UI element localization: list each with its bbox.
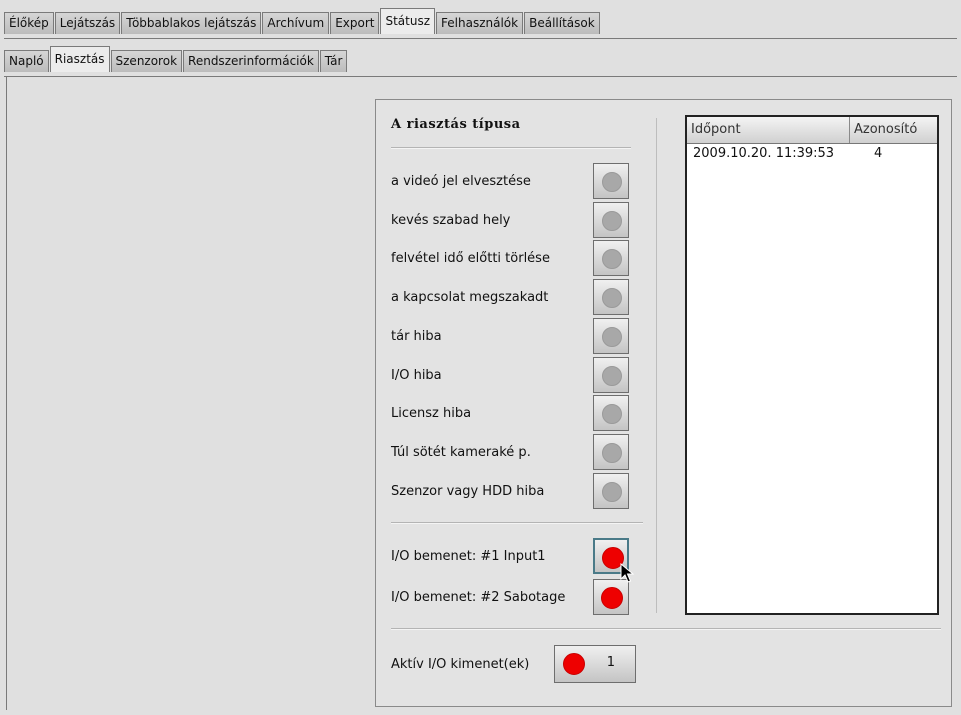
status-indicator-icon [601,587,623,609]
event-table-header: Időpont Azonosító [687,117,937,144]
main-tab-item[interactable]: Státusz [380,8,436,34]
alarm-indicator-button[interactable] [593,472,629,509]
status-indicator-icon [602,326,622,347]
alarm-indicator-button[interactable] [593,317,629,354]
active-output-button[interactable]: 1 [554,645,636,683]
main-tab-item[interactable]: Lejátszás [54,12,121,34]
alarm-type-label: a videó jel elvesztése [391,174,531,189]
event-table-row[interactable]: 2009.10.20. 11:39:53 4 [687,144,937,164]
alarm-indicator-button[interactable] [593,201,629,238]
sub-tab-item[interactable]: Napló [4,50,49,72]
title-separator [391,147,631,149]
alarm-type-label: Szenzor vagy HDD hiba [391,483,545,499]
io-separator [391,522,643,524]
column-header-time[interactable]: Időpont [687,117,850,143]
main-tab-item[interactable]: Export [330,12,380,34]
main-tab-item[interactable]: Felhasználók [436,12,524,34]
sub-tab-item[interactable]: Riasztás [49,46,110,72]
alarm-type-label: a kapcsolat megszakadt [391,290,549,306]
status-indicator-icon [602,210,622,231]
status-indicator-icon [602,172,622,192]
event-table[interactable]: Időpont Azonosító 2009.10.20. 11:39:53 4 [685,115,939,615]
active-output-count: 1 [606,655,615,670]
status-indicator-icon [602,442,622,463]
status-indicator-icon [602,288,622,309]
column-header-id[interactable]: Azonosító [850,117,937,143]
alarm-indicator-button[interactable] [593,395,629,432]
event-time-cell: 2009.10.20. 11:39:53 [693,146,835,161]
alarm-indicator-button[interactable] [593,279,629,316]
alarm-indicator-button[interactable] [593,433,629,470]
io-input-label: I/O bemenet: #1 Input1 [391,549,546,564]
status-indicator-icon [602,481,622,502]
main-tab-item[interactable]: Többablakos lejátszás [121,12,262,34]
panel-vertical-divider [656,118,657,613]
sub-tab-item[interactable]: Tár [319,50,348,72]
status-indicator-icon [602,249,622,270]
alarm-type-label: Túl sötét kameraké p. [391,444,531,460]
output-separator [391,628,941,630]
alarm-type-label: felvétel idő előtti törlése [391,251,550,267]
main-tab-divider [4,38,957,39]
alarm-type-label: tár hiba [391,328,442,344]
sub-tab-bar: Napló Riasztás Szenzorok Rendszerinformáció… [4,46,348,72]
alarm-indicator-button[interactable] [593,163,629,199]
mouse-pointer-icon [620,563,635,583]
event-table-body: 2009.10.20. 11:39:53 4 [687,144,937,164]
alarm-indicator-button[interactable] [593,356,629,393]
main-tab-item[interactable]: Archívum [262,12,330,34]
alarm-indicator-button[interactable] [593,240,629,277]
main-tab-bar: Élőkép Lejátszás Többablakos lejátszás Arch… [4,8,601,34]
active-output-label: Aktív I/O kimenet(ek) [391,657,530,672]
event-id-cell: 4 [874,146,883,161]
alarm-type-label: kevés szabad hely [391,212,511,228]
main-tab-item[interactable]: Beállítások [524,12,600,34]
io-input-label: I/O bemenet: #2 Sabotage [391,590,566,605]
alarm-panel: A riasztás típusa a videó jel elvesztése… [375,99,952,707]
sub-tab-item[interactable]: Rendszerinformációk [183,50,319,72]
output-indicator-icon [563,653,585,675]
main-tab-item[interactable]: Élőkép [4,12,54,34]
status-indicator-icon [602,365,622,386]
alarm-type-title: A riasztás típusa [391,117,521,132]
sub-tab-item[interactable]: Szenzorok [110,50,183,72]
status-indicator-icon [602,404,622,425]
alarm-type-label: Licensz hiba [391,406,472,422]
alarm-type-label: I/O hiba [391,367,442,383]
